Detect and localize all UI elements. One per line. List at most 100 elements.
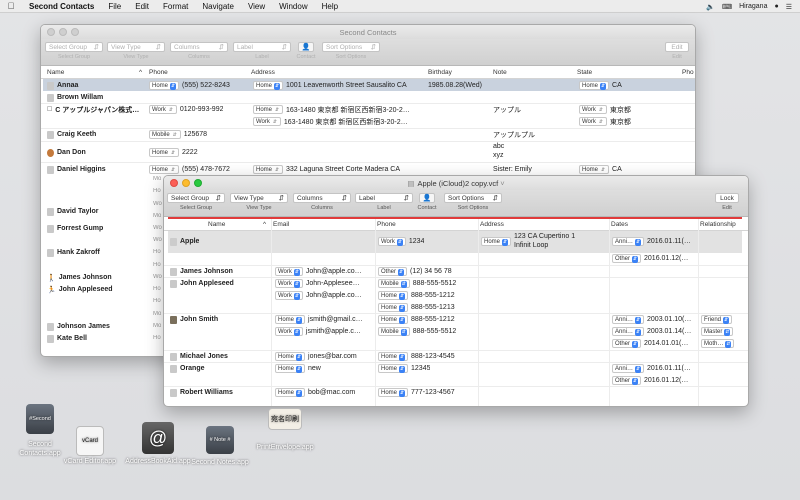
columns-popup[interactable]: Columns ⇵ xyxy=(170,42,228,52)
label-popup[interactable]: Friend ⇵ xyxy=(701,315,733,324)
label-popup[interactable]: Home ⇵ xyxy=(378,315,409,324)
menu-window[interactable]: Window xyxy=(272,2,314,11)
table-row[interactable]: Forrest Gump xyxy=(47,223,103,234)
close-button[interactable] xyxy=(47,28,55,36)
label-popup[interactable]: Home ⇵ xyxy=(579,81,610,90)
table-row[interactable]: 🏃 John Appleseed xyxy=(47,284,113,295)
label-popup[interactable]: Home ⇵ xyxy=(378,291,409,300)
label-popup[interactable]: Other ⇵ xyxy=(612,376,642,385)
label-popup[interactable]: Anni… ⇵ xyxy=(612,237,645,246)
table-row[interactable]: Dan Don xyxy=(47,147,86,158)
view-type-popup[interactable]: View Type ⇵ xyxy=(230,193,288,203)
label-popup[interactable]: Moth… ⇵ xyxy=(701,339,735,348)
menu-list-icon[interactable]: ☰ xyxy=(786,3,792,11)
table-row[interactable]: Annaa xyxy=(47,80,142,91)
table-row[interactable]: Brown Willam xyxy=(47,92,103,103)
label-popup[interactable]: Work ⇵ xyxy=(275,291,303,300)
label-popup[interactable]: Other ⇵ xyxy=(612,254,642,263)
col-dates[interactable]: Dates xyxy=(611,219,628,230)
label-popup[interactable]: Work ⇵ xyxy=(378,237,406,246)
input-method[interactable]: Hiragana xyxy=(739,3,767,10)
col-relationship[interactable]: Relationship xyxy=(700,219,736,230)
label-popup[interactable]: Home ⇵ xyxy=(275,352,306,361)
table-row[interactable]: Robert Williams xyxy=(170,387,233,398)
label-popup[interactable]: Home ⇵ xyxy=(275,364,306,373)
label-popup[interactable]: Home ⇵ xyxy=(149,148,180,157)
menu-app-name[interactable]: Second Contacts xyxy=(22,2,101,11)
columns-popup[interactable]: Columns ⇵ xyxy=(293,193,351,203)
label-popup[interactable]: Home ⇵ xyxy=(275,388,306,397)
minimize-button[interactable] xyxy=(182,179,190,187)
col-note[interactable]: Note xyxy=(493,67,507,78)
table-row[interactable]: John Appleseed xyxy=(170,278,234,289)
lock-button[interactable]: Lock xyxy=(715,193,739,203)
menu-edit[interactable]: Edit xyxy=(128,2,156,11)
label-popup[interactable]: Home ⇵ xyxy=(378,388,409,397)
zoom-button[interactable] xyxy=(194,179,202,187)
label-popup[interactable]: Work ⇵ xyxy=(579,105,607,114)
label-popup[interactable]: Label ⇵ xyxy=(233,42,291,52)
label-popup[interactable]: Home ⇵ xyxy=(579,165,610,174)
table-row[interactable]: Johnson James xyxy=(47,321,110,332)
contact-button[interactable]: 👤 xyxy=(419,193,435,203)
label-popup[interactable]: Work ⇵ xyxy=(579,117,607,126)
label-popup[interactable]: Home ⇵ xyxy=(481,236,512,246)
minimize-button[interactable] xyxy=(59,28,67,36)
select-group-popup[interactable]: Select Group ⇵ xyxy=(167,193,225,203)
label-popup[interactable]: Work ⇵ xyxy=(275,327,303,336)
label-popup[interactable]: Other ⇵ xyxy=(378,267,408,276)
table-row[interactable]: Daniel Higgins xyxy=(47,164,106,175)
label-popup[interactable]: Mobile ⇵ xyxy=(149,130,181,139)
menu-navigate[interactable]: Navigate xyxy=(195,2,241,11)
apple-icon[interactable]:  xyxy=(0,1,22,11)
desktop-item-second-notes[interactable]: # Note # Second Notes.app xyxy=(188,426,252,466)
keyboard-icon[interactable]: ⌨ xyxy=(722,3,732,11)
col-address[interactable]: Address xyxy=(251,67,275,78)
label-popup[interactable]: Master ⇵ xyxy=(701,327,734,336)
label-popup[interactable]: Other ⇵ xyxy=(612,339,642,348)
label-popup[interactable]: Anni… ⇵ xyxy=(612,315,645,324)
volume-icon[interactable]: 🔈 xyxy=(706,3,715,11)
table-row[interactable]: James Johnson xyxy=(170,266,233,277)
sort-options-popup[interactable]: Sort Options ⇵ xyxy=(322,42,380,52)
col-birthday[interactable]: Birthday xyxy=(428,67,452,78)
label-popup[interactable]: Home ⇵ xyxy=(378,303,409,312)
label-popup[interactable]: Work ⇵ xyxy=(253,117,281,126)
menu-view[interactable]: View xyxy=(241,2,272,11)
label-popup[interactable]: Home ⇵ xyxy=(149,81,180,90)
table-row[interactable]: John Smith xyxy=(170,314,218,325)
desktop-item-addressbookaid[interactable]: @ AddressBookAid.app xyxy=(124,422,192,466)
table-row[interactable]: Hank Zakroff xyxy=(47,247,100,258)
view-type-popup[interactable]: View Type ⇵ xyxy=(107,42,165,52)
select-group-popup[interactable]: Select Group ⇵ xyxy=(45,42,103,52)
table-row[interactable]: Orange xyxy=(170,363,205,374)
desktop-item-printenvelope[interactable]: 宛名印刷 PrintEnvelope.app xyxy=(252,408,318,451)
label-popup[interactable]: Home ⇵ xyxy=(378,352,409,361)
menu-file[interactable]: File xyxy=(101,2,128,11)
sort-options-popup[interactable]: Sort Options ⇵ xyxy=(444,193,502,203)
col-phone[interactable]: Phone xyxy=(377,219,396,230)
menu-format[interactable]: Format xyxy=(156,2,195,11)
label-popup[interactable]: Work ⇵ xyxy=(275,279,303,288)
label-popup[interactable]: Home ⇵ xyxy=(378,364,409,373)
col-pho[interactable]: Pho xyxy=(682,67,694,78)
col-name[interactable]: Name xyxy=(47,67,147,78)
siri-icon[interactable]: ● xyxy=(774,3,778,10)
col-email[interactable]: Email xyxy=(273,219,289,230)
table-row[interactable]: David Taylor xyxy=(47,206,99,217)
label-popup[interactable]: Home ⇵ xyxy=(149,165,180,174)
table-row[interactable]: Apple xyxy=(170,236,199,247)
label-popup[interactable]: Home ⇵ xyxy=(275,315,306,324)
close-button[interactable] xyxy=(170,179,178,187)
col-name[interactable]: Name xyxy=(208,219,225,230)
label-popup[interactable]: Mobile ⇵ xyxy=(378,327,410,336)
menu-help[interactable]: Help xyxy=(315,2,345,11)
col-phone[interactable]: Phone xyxy=(149,67,168,78)
table-row[interactable]: 🚶 James Johnson xyxy=(47,272,112,283)
label-popup[interactable]: Home ⇵ xyxy=(253,165,284,174)
table-row[interactable]: Craig Keeth xyxy=(47,129,96,140)
edit-button[interactable]: Edit xyxy=(665,42,689,52)
col-state[interactable]: State xyxy=(577,67,592,78)
label-popup[interactable]: Work ⇵ xyxy=(149,105,177,114)
label-popup[interactable]: Anni… ⇵ xyxy=(612,327,645,336)
